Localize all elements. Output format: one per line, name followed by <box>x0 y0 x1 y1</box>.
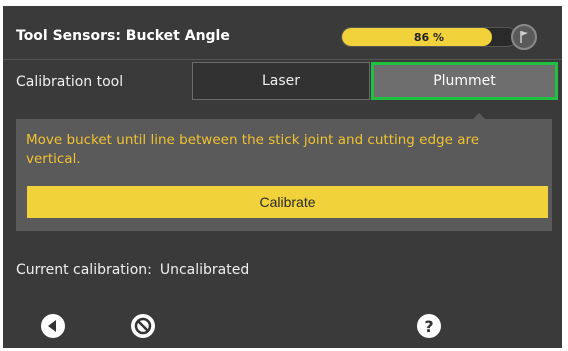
header-divider <box>3 59 562 60</box>
help-icon[interactable]: ? <box>417 314 441 338</box>
calibrate-button[interactable]: Calibrate <box>27 186 548 218</box>
instruction-panel: Move bucket until line between the stick… <box>16 119 552 231</box>
battery-track: 86 % <box>341 27 517 47</box>
current-calibration-value: Uncalibrated <box>159 262 250 278</box>
battery-indicator: 86 % <box>341 24 537 52</box>
instruction-text: Move bucket until line between the stick… <box>26 132 480 167</box>
current-calibration: Current calibration: Uncalibrated <box>16 262 257 278</box>
back-icon[interactable] <box>41 314 65 338</box>
battery-label: 86 % <box>413 31 445 44</box>
page-title: Tool Sensors: Bucket Angle <box>16 28 230 44</box>
plummet-option[interactable]: Plummet <box>371 62 558 100</box>
laser-option[interactable]: Laser <box>192 62 370 100</box>
app-screen: Tool Sensors: Bucket Angle 86 % Calibrat… <box>3 6 562 348</box>
calibration-tool-label: Calibration tool <box>16 74 124 90</box>
flag-icon[interactable] <box>511 24 537 50</box>
cancel-icon[interactable] <box>131 314 155 338</box>
current-calibration-label: Current calibration: <box>16 262 152 278</box>
